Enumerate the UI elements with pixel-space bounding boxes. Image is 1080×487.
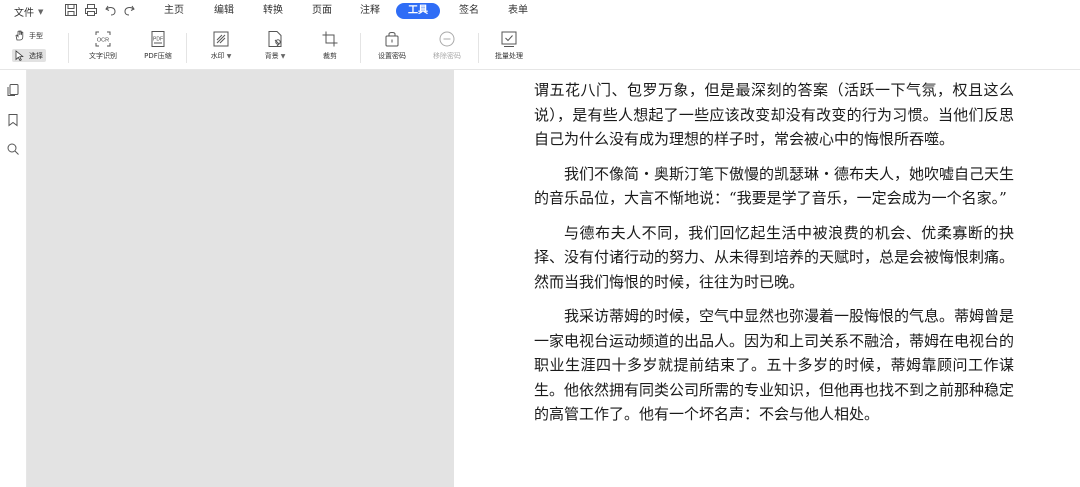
hand-tool-button[interactable]: 手型: [12, 29, 46, 42]
background-button[interactable]: 背景 ▼: [252, 30, 298, 61]
tab-convert[interactable]: 转换: [257, 3, 289, 19]
pdf-compress-icon: PDF: [151, 31, 165, 47]
tab-sign[interactable]: 签名: [453, 3, 485, 19]
watermark-icon: [213, 31, 229, 47]
save-icon[interactable]: [64, 3, 80, 19]
bookmark-icon[interactable]: [6, 112, 20, 127]
print-icon[interactable]: [84, 3, 100, 19]
ocr-label: 文字识别: [89, 52, 117, 60]
file-menu-label: 文件: [14, 8, 34, 19]
svg-text:OCR: OCR: [97, 38, 109, 44]
search-icon[interactable]: [6, 141, 20, 155]
page-text: 谓五花八门、包罗万象，但是最深刻的答案（活跃一下气氛，权且这么说），是有些人想起…: [534, 70, 1014, 437]
background-label: 背景: [264, 52, 279, 60]
batch-check-icon: [501, 31, 517, 47]
tab-tools[interactable]: 工具: [396, 3, 440, 19]
paragraph: 我采访蒂姆的时候，空气中显然也弥漫着一股悔恨的气息。蒂姆曾是一家电视台运动频道的…: [534, 307, 1015, 423]
tab-edit[interactable]: 编辑: [208, 3, 240, 19]
file-menu[interactable]: 文件 ▼: [14, 4, 44, 20]
left-sidebar: [0, 70, 27, 487]
document-page[interactable]: 谓五花八门、包罗万象，但是最深刻的答案（活跃一下气氛，权且这么说），是有些人想起…: [454, 70, 1080, 487]
select-tool-button[interactable]: 选择: [12, 49, 46, 62]
pdf-compress-button[interactable]: PDF PDF压缩: [135, 30, 181, 61]
ocr-button[interactable]: OCR 文字识别: [80, 30, 126, 61]
tools-ribbon: 手型 选择 OCR 文字识别 PDF PDF压缩 水印 ▼ 背景 ▼ 裁剪 设置密码…: [0, 23, 1080, 70]
batch-process-label: 批量处理: [495, 52, 523, 60]
tab-page[interactable]: 页面: [306, 3, 338, 19]
chevron-down-icon: ▼: [226, 52, 232, 60]
paragraph: 与德布夫人不同，我们回忆起生活中被浪费的机会、优柔寡断的抉择、没有付诸行动的努力…: [534, 223, 1015, 291]
chevron-down-icon: ▼: [38, 7, 44, 16]
ribbon-divider: [186, 33, 187, 63]
crop-button[interactable]: 裁剪: [307, 30, 353, 61]
document-canvas-background: [27, 70, 454, 487]
batch-process-button[interactable]: 批量处理: [486, 30, 532, 61]
lock-icon: [385, 32, 399, 47]
ribbon-divider: [478, 33, 479, 63]
watermark-button[interactable]: 水印 ▼: [198, 30, 244, 61]
tab-annotate[interactable]: 注释: [354, 3, 386, 19]
set-password-button[interactable]: 设置密码: [369, 30, 415, 61]
paragraph: 我们不像简・奥斯汀笔下傲慢的凯瑟琳・德布夫人，她吹嘘自己天生的音乐品位，大言不惭…: [534, 164, 1015, 208]
menu-bar: 文件 ▼ 主页 编辑 转换 页面 注释 工具 签名 表单: [0, 0, 1080, 22]
remove-password-button[interactable]: 移除密码: [424, 30, 470, 61]
chevron-down-icon: ▼: [280, 52, 286, 60]
crop-icon: [322, 31, 338, 47]
ribbon-divider: [360, 33, 361, 63]
remove-password-label: 移除密码: [433, 52, 461, 60]
redo-icon[interactable]: [122, 3, 138, 19]
crop-label: 裁剪: [323, 52, 337, 60]
undo-icon[interactable]: [104, 3, 120, 19]
watermark-label: 水印: [210, 52, 225, 60]
background-icon: [268, 31, 282, 47]
ocr-icon: OCR: [95, 31, 111, 47]
hand-tool-label: 手型: [29, 31, 43, 40]
cursor-arrow-icon: [15, 50, 24, 61]
tab-home[interactable]: 主页: [158, 3, 190, 19]
svg-text:PDF: PDF: [153, 37, 163, 43]
select-tool-label: 选择: [29, 51, 43, 60]
pages-icon[interactable]: [6, 82, 20, 96]
tab-form[interactable]: 表单: [502, 3, 534, 19]
remove-circle-icon: [439, 31, 455, 47]
paragraph: 谓五花八门、包罗万象，但是最深刻的答案（活跃一下气氛，权且这么说），是有些人想起…: [534, 81, 1014, 148]
hand-icon: [15, 30, 24, 41]
set-password-label: 设置密码: [378, 52, 406, 60]
pdf-compress-label: PDF压缩: [144, 52, 172, 60]
ribbon-divider: [68, 33, 69, 63]
